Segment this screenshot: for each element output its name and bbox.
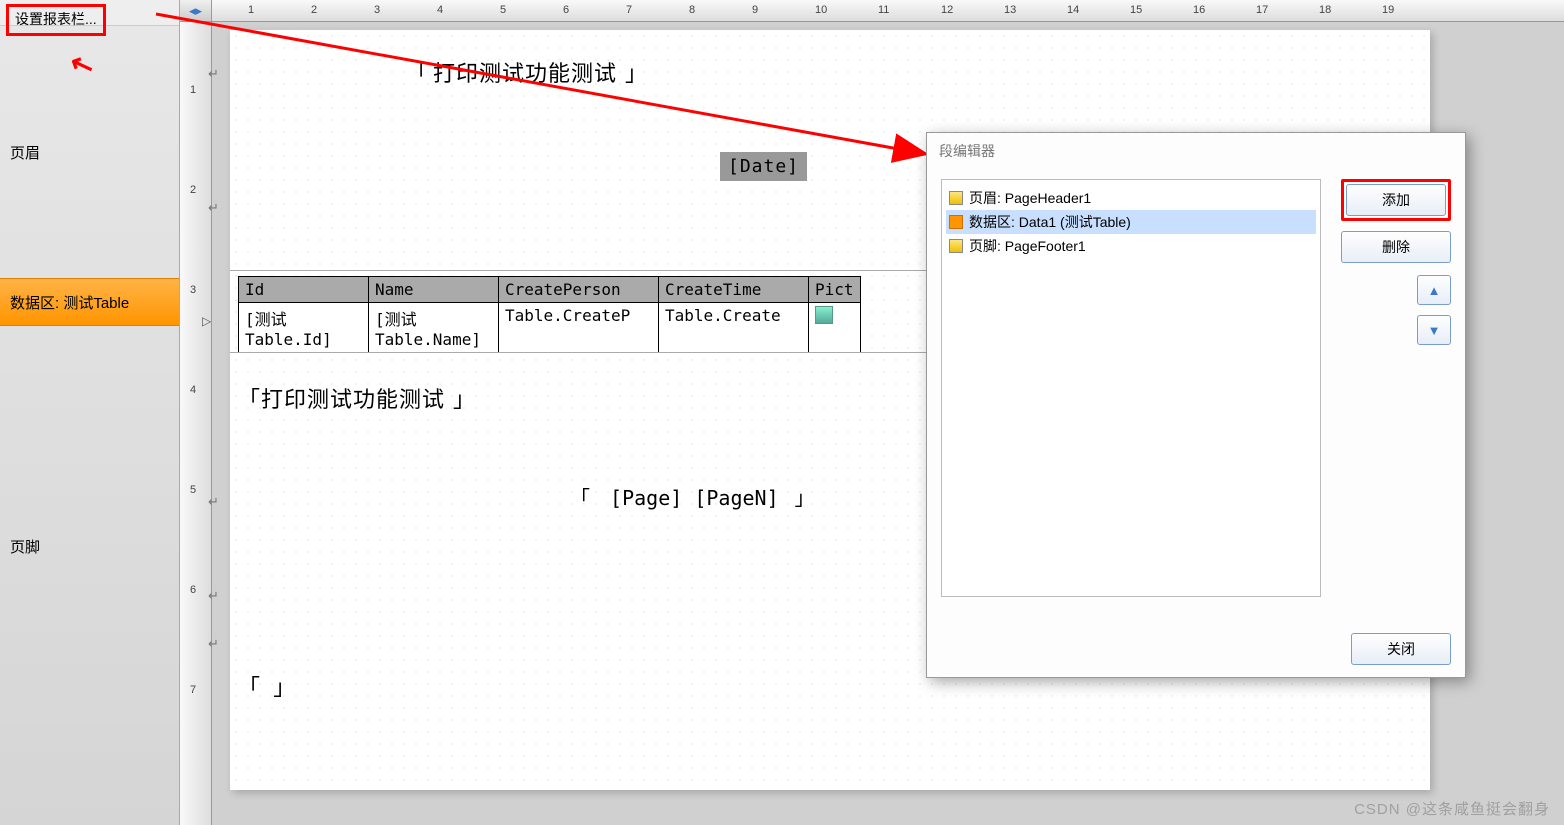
ruler-tick: 14 [1067,4,1079,16]
band-type-icon [949,215,963,229]
enter-icon: ↵ [208,200,219,216]
table-header[interactable]: CreatePerson [499,277,659,303]
footer-title-placeholder[interactable]: 打印测试功能测试 [238,382,476,414]
band-type-icon [949,191,963,205]
list-item[interactable]: 页脚: PageFooter1 [946,234,1316,258]
close-button[interactable]: 关闭 [1351,633,1451,665]
band-label-footer[interactable]: 页脚 [0,326,179,726]
ruler-tick: 7 [190,684,196,696]
page-number-placeholder[interactable]: [Page] [PageN] [570,482,819,511]
list-item[interactable]: 数据区: Data1 (测试Table) [946,210,1316,234]
ruler-tick: 8 [689,4,695,16]
ruler-tick: 18 [1319,4,1331,16]
ruler-split-icon: ◂▸ [189,3,202,19]
sidebar-top: 设置报表栏... [0,0,179,26]
ruler-tick: 19 [1382,4,1394,16]
arrow-down-icon: ▼ [1428,323,1441,338]
watermark: CSDN @这条咸鱼挺会翻身 [1354,798,1550,819]
table-cell[interactable]: [测试Table.Id] [239,303,369,353]
ruler-tick: 6 [563,4,569,16]
bands-list[interactable]: 页眉: PageHeader1 数据区: Data1 (测试Table) 页脚: P… [941,179,1321,597]
ruler-tick: 1 [248,4,254,16]
bands-sidebar: 设置报表栏... ↖ 页眉 数据区: 测试Table 页脚 [0,0,180,825]
picture-icon [815,306,833,324]
band-editor-dialog: 段编辑器 页眉: PageHeader1 数据区: Data1 (测试Table)… [926,132,1466,678]
table-header[interactable]: Name [369,277,499,303]
ruler-corner-handle[interactable]: ◂▸ [180,0,212,22]
vertical-ruler[interactable]: 1 2 3 4 5 6 7 [180,22,212,825]
table-cell[interactable]: Table.Create [659,303,809,353]
ruler-tick: 12 [941,4,953,16]
add-button-highlight: 添加 [1341,179,1451,221]
ruler-tick: 6 [190,584,196,596]
enter-icon: ↵ [208,636,219,652]
ruler-tick: 3 [190,284,196,296]
ruler-tick: 9 [752,4,758,16]
ruler-tick: 11 [878,4,889,16]
ruler-tick: 4 [437,4,443,16]
enter-icon: ↵ [208,588,219,604]
ruler-tick: 4 [190,384,196,396]
ruler-tick: 16 [1193,4,1205,16]
arrow-up-icon: ▲ [1428,283,1441,298]
ruler-tick: 17 [1256,4,1268,16]
band-type-icon [949,239,963,253]
table-header[interactable]: Pict [809,277,861,303]
table-cell[interactable] [809,303,861,353]
move-up-button[interactable]: ▲ [1417,275,1451,305]
date-placeholder[interactable]: [Date] [720,152,807,181]
data-table[interactable]: IdNameCreatePersonCreateTimePict [测试Tabl… [238,276,861,353]
band-label-data[interactable]: 数据区: 测试Table [0,278,179,326]
ruler-tick: 15 [1130,4,1142,16]
list-item[interactable]: 页眉: PageHeader1 [946,186,1316,210]
table-header[interactable]: CreateTime [659,277,809,303]
current-row-marker-icon: ▷ [202,314,211,328]
ruler-tick: 2 [190,184,196,196]
header-title-placeholder[interactable]: 打印测试功能测试 [400,54,654,90]
list-item-label: 页脚: PageFooter1 [969,236,1086,256]
table-cell[interactable]: Table.CreateP [499,303,659,353]
table-header[interactable]: Id [239,277,369,303]
enter-icon: ↵ [208,66,219,82]
ruler-tick: 2 [311,4,317,16]
ruler-tick: 13 [1004,4,1016,16]
ruler-tick: 1 [190,84,196,96]
ruler-tick: 5 [190,484,196,496]
move-down-button[interactable]: ▼ [1417,315,1451,345]
table-cell[interactable]: [测试Table.Name] [369,303,499,353]
horizontal-ruler[interactable]: 12345678910111213141516171819 [212,0,1564,22]
empty-bracket-placeholder[interactable]: 「 」 [238,670,295,702]
ruler-tick: 10 [815,4,827,16]
ruler-tick: 7 [626,4,632,16]
ruler-tick: 3 [374,4,380,16]
list-item-label: 页眉: PageHeader1 [969,188,1091,208]
delete-button[interactable]: 删除 [1341,231,1451,263]
set-report-bands-link[interactable]: 设置报表栏... [6,4,106,36]
list-item-label: 数据区: Data1 (测试Table) [969,212,1131,232]
ruler-tick: 5 [500,4,506,16]
enter-icon: ↵ [208,494,219,510]
add-button[interactable]: 添加 [1346,184,1446,216]
dialog-title: 段编辑器 [927,133,1465,169]
